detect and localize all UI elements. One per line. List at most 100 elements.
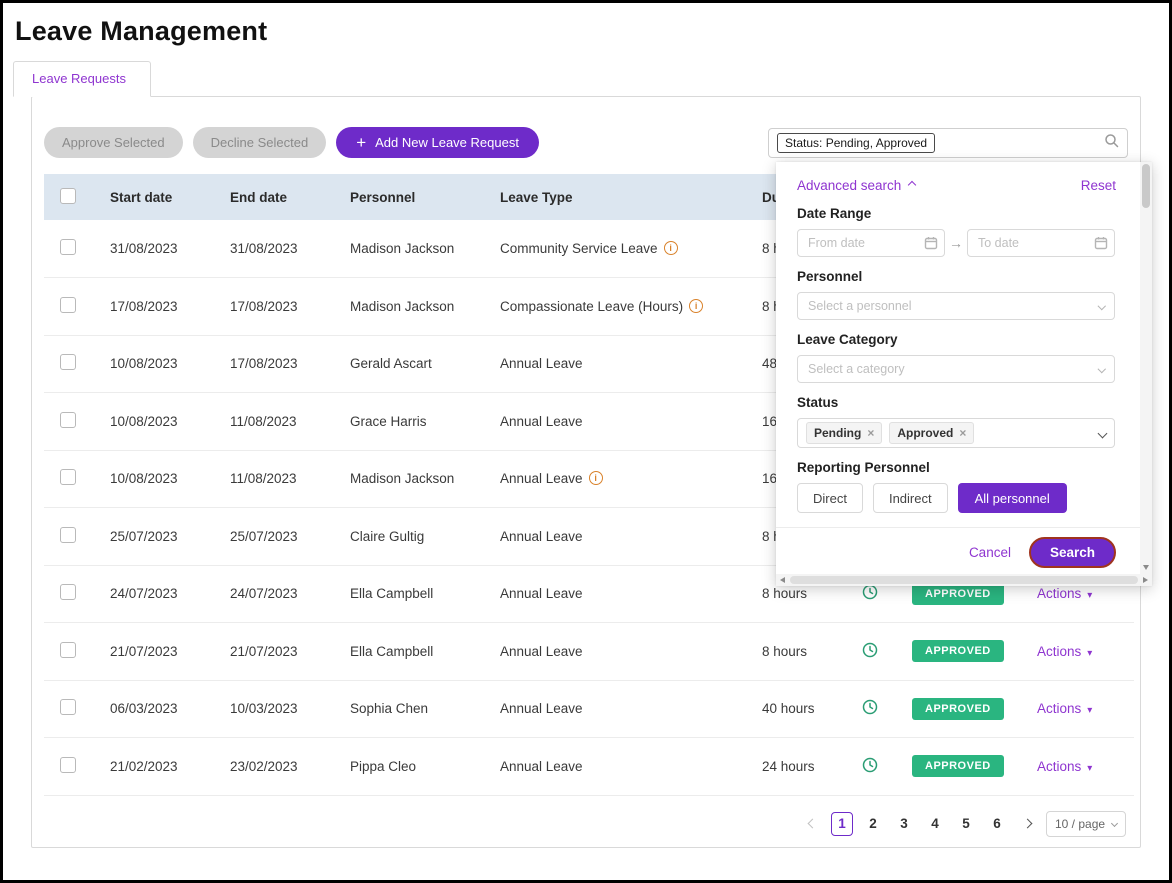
plus-icon: + bbox=[356, 138, 366, 148]
leave-category-select[interactable]: Select a category bbox=[797, 355, 1115, 383]
to-date-input[interactable] bbox=[967, 229, 1115, 257]
page-button-6[interactable]: 6 bbox=[986, 812, 1008, 836]
page-button-3[interactable]: 3 bbox=[893, 812, 915, 836]
info-icon[interactable]: i bbox=[589, 471, 603, 485]
reset-link[interactable]: Reset bbox=[1081, 178, 1116, 193]
row-checkbox[interactable] bbox=[60, 642, 76, 658]
status-cell: APPROVED bbox=[896, 738, 1021, 796]
clock-icon bbox=[862, 703, 878, 718]
status-filter-tag: Status: Pending, Approved bbox=[777, 133, 935, 153]
row-checkbox[interactable] bbox=[60, 699, 76, 715]
leave-management-page: Leave Management Leave Requests Approve … bbox=[0, 0, 1172, 883]
leave-type-cell: Annual Leave bbox=[484, 335, 746, 393]
prev-page-button[interactable] bbox=[802, 812, 822, 836]
reporting-indirect-button[interactable]: Indirect bbox=[873, 483, 948, 513]
status-select[interactable]: Pending × Approved × bbox=[797, 418, 1115, 448]
remove-tag-icon[interactable]: × bbox=[959, 426, 966, 440]
actions-menu-button[interactable]: Actions▾ bbox=[1037, 759, 1092, 774]
leave-type-cell: Compassionate Leave (Hours)i bbox=[484, 278, 746, 336]
leave-type-cell: Community Service Leavei bbox=[484, 220, 746, 278]
clock-icon bbox=[862, 588, 878, 603]
search-icon[interactable] bbox=[1104, 133, 1119, 153]
leave-requests-card: Approve Selected Decline Selected + Add … bbox=[31, 96, 1141, 848]
page-size-select[interactable]: 10 / page bbox=[1046, 811, 1126, 837]
scrollbar-thumb[interactable] bbox=[790, 576, 1138, 584]
reporting-direct-button[interactable]: Direct bbox=[797, 483, 863, 513]
row-checkbox[interactable] bbox=[60, 757, 76, 773]
page-button-2[interactable]: 2 bbox=[862, 812, 884, 836]
calendar-icon bbox=[924, 236, 938, 255]
actions-cell: Actions▾ bbox=[1021, 680, 1134, 738]
status-badge: APPROVED bbox=[912, 755, 1004, 777]
cancel-button[interactable]: Cancel bbox=[969, 545, 1011, 560]
start-date-cell: 10/08/2023 bbox=[94, 335, 214, 393]
row-checkbox[interactable] bbox=[60, 584, 76, 600]
from-date-field-wrap bbox=[797, 229, 945, 257]
row-checkbox[interactable] bbox=[60, 469, 76, 485]
scroll-left-arrow-icon[interactable] bbox=[780, 577, 785, 583]
page-button-5[interactable]: 5 bbox=[955, 812, 977, 836]
end-date-cell: 17/08/2023 bbox=[214, 335, 334, 393]
status-cell: APPROVED bbox=[896, 680, 1021, 738]
leave-type-cell: Annual Leave bbox=[484, 508, 746, 566]
page-size-value: 10 / page bbox=[1055, 817, 1105, 831]
page-title: Leave Management bbox=[3, 3, 1169, 61]
actions-menu-button[interactable]: Actions▾ bbox=[1037, 701, 1092, 716]
decline-selected-button[interactable]: Decline Selected bbox=[193, 127, 327, 158]
advanced-search-toggle[interactable]: Advanced search bbox=[797, 178, 915, 193]
search-input[interactable]: Status: Pending, Approved bbox=[768, 128, 1128, 158]
scrollbar-thumb[interactable] bbox=[1142, 164, 1150, 208]
info-icon[interactable]: i bbox=[689, 299, 703, 313]
personnel-select[interactable]: Select a personnel bbox=[797, 292, 1115, 320]
tab-leave-requests[interactable]: Leave Requests bbox=[13, 61, 151, 97]
end-date-cell: 31/08/2023 bbox=[214, 220, 334, 278]
end-date-cell: 17/08/2023 bbox=[214, 278, 334, 336]
chevron-down-icon bbox=[1111, 820, 1118, 827]
select-all-checkbox[interactable] bbox=[60, 188, 76, 204]
tab-bar: Leave Requests bbox=[13, 61, 1169, 96]
start-date-cell: 06/03/2023 bbox=[94, 680, 214, 738]
table-row: 21/02/2023 23/02/2023 Pippa Cleo Annual … bbox=[44, 738, 1134, 796]
page-button-1[interactable]: 1 bbox=[831, 812, 853, 836]
next-page-button[interactable] bbox=[1017, 812, 1037, 836]
reporting-all-personnel-button[interactable]: All personnel bbox=[958, 483, 1067, 513]
table-row: 06/03/2023 10/03/2023 Sophia Chen Annual… bbox=[44, 680, 1134, 738]
calendar-icon bbox=[1094, 236, 1108, 255]
chevron-down-icon bbox=[1097, 302, 1105, 310]
start-date-cell: 21/07/2023 bbox=[94, 623, 214, 681]
caret-down-icon: ▾ bbox=[1087, 590, 1092, 601]
approve-selected-button[interactable]: Approve Selected bbox=[44, 127, 183, 158]
leave-type-cell: Annual Leave bbox=[484, 623, 746, 681]
info-icon[interactable]: i bbox=[664, 241, 678, 255]
horizontal-scrollbar[interactable] bbox=[776, 574, 1152, 586]
status-cell: APPROVED bbox=[896, 623, 1021, 681]
remove-tag-icon[interactable]: × bbox=[867, 426, 874, 440]
status-badge: APPROVED bbox=[912, 640, 1004, 662]
leave-unit-cell bbox=[846, 623, 896, 681]
personnel-cell: Madison Jackson bbox=[334, 220, 484, 278]
row-checkbox[interactable] bbox=[60, 297, 76, 313]
search-button[interactable]: Search bbox=[1029, 537, 1116, 568]
vertical-scrollbar[interactable] bbox=[1140, 162, 1152, 574]
col-header-end-date: End date bbox=[214, 174, 334, 220]
col-header-start-date: Start date bbox=[94, 174, 214, 220]
start-date-cell: 31/08/2023 bbox=[94, 220, 214, 278]
personnel-cell: Gerald Ascart bbox=[334, 335, 484, 393]
from-date-input[interactable] bbox=[797, 229, 945, 257]
page-button-4[interactable]: 4 bbox=[924, 812, 946, 836]
advanced-search-panel: Advanced search Reset Date Range → Perso… bbox=[776, 162, 1152, 586]
row-checkbox[interactable] bbox=[60, 527, 76, 543]
row-checkbox[interactable] bbox=[60, 412, 76, 428]
actions-menu-button[interactable]: Actions▾ bbox=[1037, 644, 1092, 659]
row-checkbox[interactable] bbox=[60, 239, 76, 255]
start-date-cell: 21/02/2023 bbox=[94, 738, 214, 796]
scroll-right-arrow-icon[interactable] bbox=[1143, 577, 1148, 583]
chevron-down-icon bbox=[1097, 365, 1105, 373]
end-date-cell: 11/08/2023 bbox=[214, 393, 334, 451]
scroll-down-arrow-icon[interactable] bbox=[1143, 565, 1149, 570]
actions-menu-button[interactable]: Actions▾ bbox=[1037, 586, 1092, 601]
leave-category-select-placeholder: Select a category bbox=[808, 362, 905, 376]
row-checkbox[interactable] bbox=[60, 354, 76, 370]
add-new-leave-request-button[interactable]: + Add New Leave Request bbox=[336, 127, 539, 158]
status-label: Status bbox=[797, 395, 1116, 413]
